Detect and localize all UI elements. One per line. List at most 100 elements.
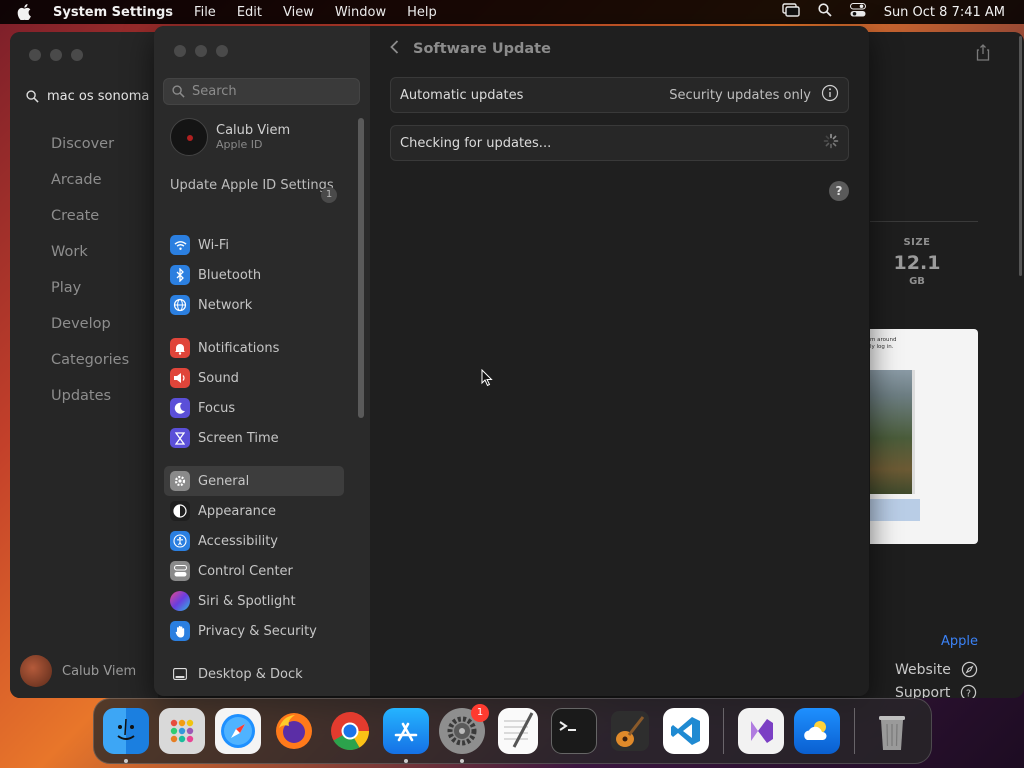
help-button[interactable]: ? <box>829 181 849 201</box>
settings-search-placeholder: Search <box>192 84 237 99</box>
dock-chrome[interactable] <box>327 708 373 754</box>
sidebar-item-network[interactable]: Network <box>164 290 344 320</box>
sidebar-item-accessibility[interactable]: Accessibility <box>164 526 344 556</box>
zoom-button[interactable] <box>71 49 83 61</box>
dock-finder[interactable] <box>103 708 149 763</box>
accessibility-icon <box>170 531 190 551</box>
menu-view[interactable]: View <box>283 5 314 20</box>
sidebar-item-appearance[interactable]: Appearance <box>164 496 344 526</box>
checking-updates-row: Checking for updates... <box>390 125 849 161</box>
page-header: Software Update <box>390 40 551 58</box>
menu-app-name[interactable]: System Settings <box>53 5 173 20</box>
trash-icon <box>879 716 905 750</box>
dock-safari[interactable] <box>215 708 261 754</box>
app-store-account[interactable]: Calub Viem <box>20 655 136 687</box>
appearance-icon <box>170 501 190 521</box>
sidebar-item-label: General <box>198 473 250 489</box>
dock-garageband[interactable] <box>607 708 653 754</box>
app-store-sidebar: mac os sonoma Discover Arcade Create Wor… <box>10 32 158 698</box>
dock-visual-studio[interactable] <box>738 708 784 754</box>
sidebar-item-bluetooth[interactable]: Bluetooth <box>164 260 344 290</box>
zoom-button[interactable] <box>216 45 228 57</box>
size-value: 12.1 <box>893 252 941 274</box>
sidebar-item-sound[interactable]: Sound <box>164 363 344 393</box>
menu-file[interactable]: File <box>194 5 216 20</box>
menu-window[interactable]: Window <box>335 5 386 20</box>
app-store-scrollbar[interactable] <box>1019 36 1022 276</box>
dock-vscode[interactable] <box>663 708 709 754</box>
share-icon[interactable] <box>976 44 990 65</box>
hourglass-icon <box>170 428 190 448</box>
app-store-user-name: Calub Viem <box>62 663 137 679</box>
spotlight-search-icon[interactable] <box>818 3 832 21</box>
page-title: Software Update <box>413 41 551 57</box>
menu-help[interactable]: Help <box>407 5 437 20</box>
nav-categories[interactable]: Categories <box>51 351 129 387</box>
menu-edit[interactable]: Edit <box>237 5 262 20</box>
launchpad-grid-icon <box>170 719 194 743</box>
gear-icon <box>170 471 190 491</box>
safari-compass-icon <box>221 714 255 748</box>
account-subtitle: Apple ID <box>216 138 263 151</box>
sidebar-item-privacy-security[interactable]: Privacy & Security <box>164 616 344 646</box>
sidebar-item-label: Wi-Fi <box>198 237 230 253</box>
nav-work[interactable]: Work <box>51 243 129 279</box>
dock-textedit[interactable] <box>498 708 538 754</box>
automatic-updates-label: Automatic updates <box>400 87 524 103</box>
hand-icon <box>170 621 190 641</box>
sidebar-item-siri-spotlight[interactable]: Siri & Spotlight <box>164 586 344 616</box>
minimize-button[interactable] <box>50 49 62 61</box>
nav-arcade[interactable]: Arcade <box>51 171 129 207</box>
menu-clock[interactable]: Sun Oct 8 7:41 AM <box>884 5 1005 20</box>
dock-firefox[interactable] <box>271 708 317 754</box>
close-button[interactable] <box>174 45 186 57</box>
info-icon[interactable] <box>821 84 839 106</box>
nav-discover[interactable]: Discover <box>51 135 129 171</box>
dock-terminal[interactable] <box>551 708 597 754</box>
account-name: Calub Viem <box>216 123 291 138</box>
screen-mirroring-icon[interactable] <box>781 3 800 21</box>
app-store-traffic-lights[interactable] <box>29 49 83 61</box>
nav-updates[interactable]: Updates <box>51 387 129 423</box>
settings-traffic-lights[interactable] <box>174 45 228 57</box>
apple-menu-icon[interactable] <box>17 4 39 20</box>
nav-create[interactable]: Create <box>51 207 129 243</box>
weather-cloud-sun-icon <box>804 721 827 740</box>
support-link[interactable]: Support ? <box>895 684 977 698</box>
dock-system-settings[interactable]: 1 <box>439 704 489 763</box>
screenshot-preview[interactable]: m around ly log in. <box>870 329 978 544</box>
compass-icon <box>961 661 978 678</box>
minimize-button[interactable] <box>195 45 207 57</box>
website-link[interactable]: Website <box>895 661 978 678</box>
close-button[interactable] <box>29 49 41 61</box>
dock-app-store[interactable] <box>383 708 429 763</box>
search-icon <box>172 85 185 98</box>
apple-id-account[interactable]: Calub Viem Apple ID <box>170 118 290 156</box>
siri-icon <box>170 591 190 611</box>
developer-link[interactable]: Apple <box>941 634 978 649</box>
sidebar-scrollbar[interactable] <box>358 118 364 418</box>
size-unit: GB <box>909 276 925 287</box>
settings-search-field[interactable]: Search <box>163 78 360 105</box>
nav-develop[interactable]: Develop <box>51 315 129 351</box>
sidebar-item-desktop-dock[interactable]: Desktop & Dock <box>164 659 344 689</box>
sidebar-item-label: Screen Time <box>198 430 279 446</box>
automatic-updates-row[interactable]: Automatic updates Security updates only <box>390 77 849 113</box>
dock-trash[interactable] <box>869 708 915 754</box>
sidebar-item-control-center[interactable]: Control Center <box>164 556 344 586</box>
back-chevron-icon[interactable] <box>390 40 399 58</box>
sidebar-item-focus[interactable]: Focus <box>164 393 344 423</box>
sidebar-item-notifications[interactable]: Notifications <box>164 333 344 363</box>
sidebar-item-general[interactable]: General <box>164 466 344 496</box>
dock-launchpad[interactable] <box>159 708 205 754</box>
website-label: Website <box>895 661 951 678</box>
nav-play[interactable]: Play <box>51 279 129 315</box>
app-store-search-field[interactable]: mac os sonoma <box>20 82 160 110</box>
sidebar-item-wifi[interactable]: Wi-Fi <box>164 230 344 260</box>
dock-weather[interactable] <box>794 708 840 754</box>
sidebar-item-screen-time[interactable]: Screen Time <box>164 423 344 453</box>
control-center-icon[interactable] <box>849 3 866 21</box>
preview-photo <box>870 370 915 494</box>
running-indicator <box>460 759 464 763</box>
sidebar-item-label: Notifications <box>198 340 280 356</box>
